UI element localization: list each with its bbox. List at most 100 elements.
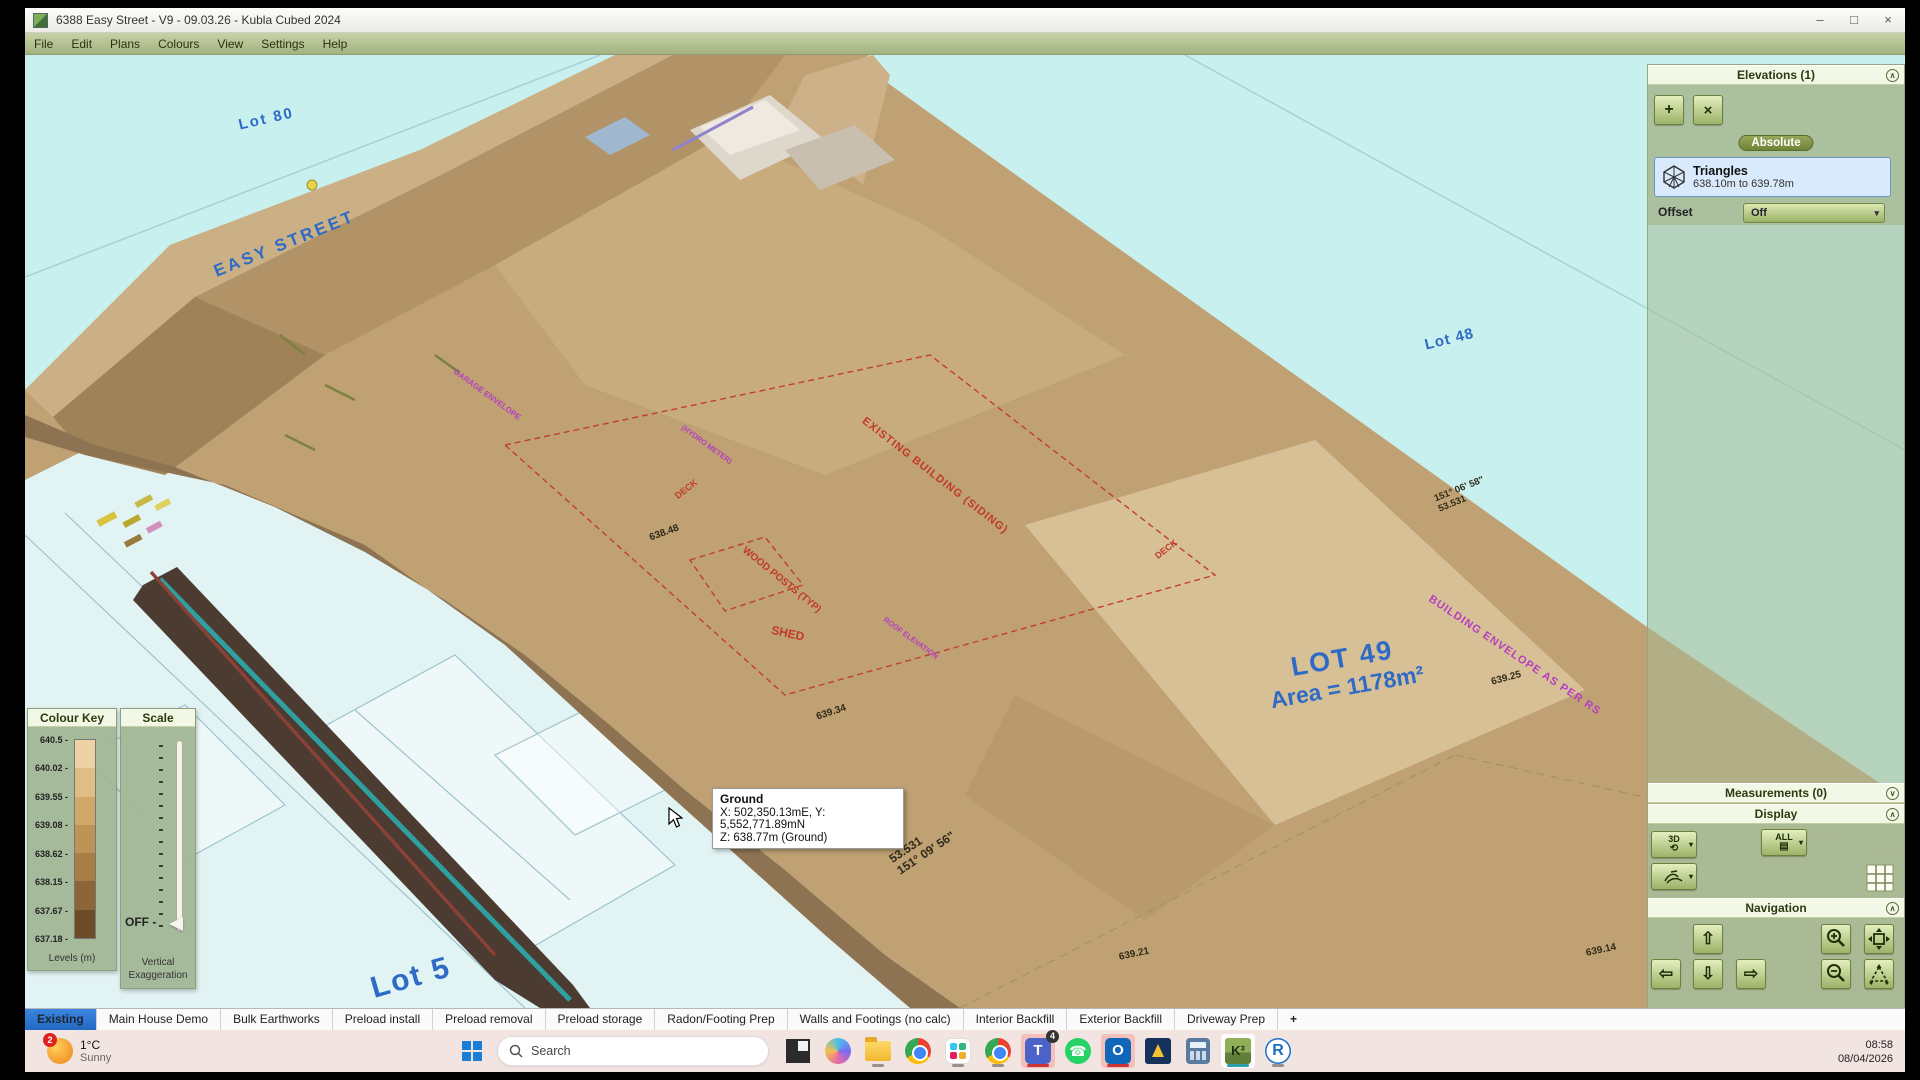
minimize-button[interactable]: – [1803,9,1837,32]
pan-down-button[interactable]: ⇩ [1693,959,1723,989]
windows-taskbar: 2 1°C Sunny Search T [25,1030,1905,1072]
pan-right-button[interactable]: ⇨ [1736,959,1766,989]
weather-widget[interactable]: 2 1°C Sunny [47,1038,111,1064]
measurements-section-header[interactable]: Measurements (0) ∨ [1648,783,1904,803]
expand-chevron-icon[interactable]: ∨ [1886,787,1899,800]
add-tab-button[interactable]: + [1278,1009,1309,1030]
taskbar-search[interactable]: Search [497,1036,769,1066]
tab-bulk-earthworks[interactable]: Bulk Earthworks [221,1009,333,1030]
taskbar-icon-whatsapp[interactable]: ☎ [1061,1034,1095,1068]
tab-walls-and-footings[interactable]: Walls and Footings (no calc) [788,1009,964,1030]
taskbar-icon-slack[interactable] [941,1034,975,1068]
menu-plans[interactable]: Plans [101,33,149,55]
slider-thumb[interactable] [169,917,183,931]
taskbar-icon-copilot[interactable] [821,1034,855,1068]
start-button[interactable] [458,1037,486,1065]
kubla-cubed-icon: K³ [1225,1038,1251,1064]
chevron-down-icon: ▾ [1799,839,1803,847]
taskbar-icon-civil3d[interactable] [1141,1034,1175,1068]
taskbar-icon-calculator[interactable] [1181,1034,1215,1068]
vertical-exaggeration-slider[interactable] [177,741,182,931]
whatsapp-icon: ☎ [1065,1038,1091,1064]
file-explorer-icon [865,1041,891,1061]
tab-preload-removal[interactable]: Preload removal [433,1009,545,1030]
tab-driveway-prep[interactable]: Driveway Prep [1175,1009,1278,1030]
absolute-mode-badge[interactable]: Absolute [1738,135,1813,151]
tab-existing[interactable]: Existing [25,1009,97,1030]
tab-preload-install[interactable]: Preload install [333,1009,433,1030]
menu-file[interactable]: File [25,33,62,55]
taskbar-clock[interactable]: 08:58 08/04/2026 [1838,1038,1893,1067]
tab-exterior-backfill[interactable]: Exterior Backfill [1067,1009,1175,1030]
elevations-body: + × Absolute Triangles 638.10m to 639.78… [1648,85,1904,225]
display-body: 3D ⟲ ▾ ALL ▤ ▾ ▾ [1648,824,1904,898]
scale-caption: Vertical Exaggeration [121,956,195,982]
chevron-down-icon: ▾ [1689,841,1693,849]
zoom-out-button[interactable] [1821,959,1851,989]
collapse-chevron-icon[interactable]: ∧ [1886,902,1899,915]
close-button[interactable]: × [1871,9,1905,32]
mouse-cursor [668,807,686,829]
taskbar-icon-outlook[interactable]: O [1101,1034,1135,1068]
taskbar-icon-revu[interactable]: R [1261,1034,1295,1068]
taskbar-icon-photos[interactable] [781,1034,815,1068]
outlook-icon: O [1105,1038,1131,1064]
maximize-button[interactable]: □ [1837,9,1871,32]
tooltip-coords: X: 502,350.13mE, Y: 5,552,771.89mN [720,807,896,831]
colour-key-gradient [74,739,96,939]
triangles-elevation-item[interactable]: Triangles 638.10m to 639.78m [1654,157,1891,197]
3d-viewport[interactable]: Lot 80 EASY STREET Lot 48 LOT 49 Area = … [25,55,1905,1008]
tab-main-house-demo[interactable]: Main House Demo [97,1009,221,1030]
level-label: 638.62 [35,849,68,859]
display-section-header[interactable]: Display ∧ [1648,804,1904,824]
delete-elevation-button[interactable]: × [1693,95,1723,125]
pan-left-button[interactable]: ⇦ [1651,959,1681,989]
pan-up-button[interactable]: ⇧ [1693,924,1723,954]
taskbar-icon-chrome[interactable] [901,1034,935,1068]
menu-help[interactable]: Help [314,33,357,55]
taskbar-icon-explorer[interactable] [861,1034,895,1068]
triangles-icon [1661,164,1687,190]
zoom-in-icon [1825,928,1847,950]
scale-off-label: OFF [125,915,156,929]
contours-icon [1663,869,1685,885]
chrome-profile-icon [985,1038,1011,1064]
elevations-section-header[interactable]: Elevations (1) ∧ [1648,65,1904,85]
terrain-3d-view[interactable] [25,55,1905,1008]
view-mode-button[interactable]: 3D ⟲ ▾ [1651,831,1697,858]
menu-settings[interactable]: Settings [252,33,313,55]
menu-colours[interactable]: Colours [149,33,208,55]
clock-time: 08:58 [1838,1038,1893,1052]
level-label: 637.18 [35,934,68,944]
level-label: 640.02 [35,763,68,773]
offset-row: Offset Off ▾ [1648,203,1904,225]
grid-toggle-icon[interactable] [1866,864,1894,892]
sun-icon: 2 [47,1038,73,1064]
add-elevation-button[interactable]: + [1654,95,1684,125]
windows-logo-icon [462,1041,482,1061]
navigation-section-header[interactable]: Navigation ∧ [1648,898,1904,918]
layers-mode-button[interactable]: ALL ▤ ▾ [1761,829,1807,856]
tab-interior-backfill[interactable]: Interior Backfill [964,1009,1068,1030]
zoom-in-button[interactable] [1821,924,1851,954]
orbit-button[interactable] [1864,959,1894,989]
taskbar-icon-chrome-profile[interactable] [981,1034,1015,1068]
collapse-chevron-icon[interactable]: ∧ [1886,808,1899,821]
weather-temperature: 1°C [80,1038,111,1052]
offset-dropdown[interactable]: Off ▾ [1743,203,1885,223]
copilot-icon [825,1038,851,1064]
tab-preload-storage[interactable]: Preload storage [546,1009,656,1030]
weather-badge: 2 [43,1033,57,1047]
taskbar-icon-kubla[interactable]: K³ [1221,1034,1255,1068]
menu-view[interactable]: View [208,33,252,55]
surface-style-button[interactable]: ▾ [1651,863,1697,890]
chrome-icon [905,1038,931,1064]
slack-icon [945,1038,971,1064]
desktop-screen: 6388 Easy Street - V9 - 09.03.26 - Kubla… [25,8,1905,1072]
civil3d-icon [1145,1038,1171,1064]
collapse-chevron-icon[interactable]: ∧ [1886,69,1899,82]
zoom-extents-button[interactable] [1864,924,1894,954]
tab-radon-footing-prep[interactable]: Radon/Footing Prep [655,1009,787,1030]
taskbar-icon-teams[interactable]: T 4 [1021,1034,1055,1068]
menu-edit[interactable]: Edit [62,33,101,55]
